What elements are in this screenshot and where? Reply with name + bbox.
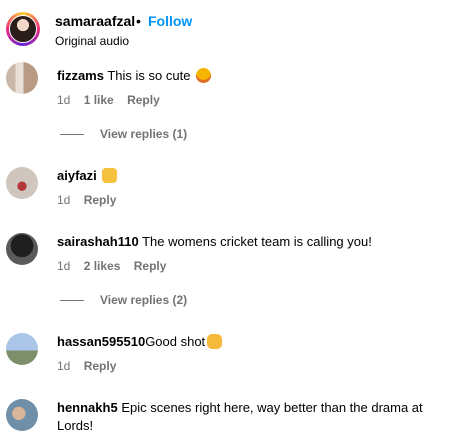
audio-label[interactable]: Original audio — [55, 34, 129, 48]
view-replies-line — [60, 134, 84, 136]
author-photo — [9, 15, 37, 43]
comment-meta: 1d 1 like Reply — [57, 93, 170, 107]
comment-meta: 1d 2 likes Reply — [57, 259, 176, 273]
comment-meta: 1d Reply — [57, 193, 126, 207]
raised-hands-emoji-icon — [102, 168, 118, 183]
comment-username[interactable]: hennakh5 — [57, 400, 118, 415]
comment-age: 1d — [57, 93, 71, 107]
comment-age: 1d — [57, 193, 71, 207]
view-replies-label: View replies (1) — [100, 127, 188, 141]
comment-text: aiyfazi — [57, 167, 445, 185]
comment-text: sairashah110 The womens cricket team is … — [57, 233, 445, 251]
author-username[interactable]: samaraafzal — [55, 13, 135, 29]
comment-username[interactable]: sairashah110 — [57, 234, 139, 249]
comment-likes[interactable]: 1 like — [84, 93, 114, 107]
reply-button[interactable]: Reply — [84, 359, 117, 373]
reply-button[interactable]: Reply — [84, 193, 117, 207]
commenter-avatar[interactable] — [6, 333, 38, 365]
post-header: samaraafzal • Follow Original audio — [0, 0, 449, 62]
commenter-avatar[interactable] — [6, 233, 38, 265]
clapping-hands-emoji-icon — [207, 334, 223, 349]
reply-button[interactable]: Reply — [134, 259, 167, 273]
comment-meta: 1d Reply — [57, 359, 126, 373]
header-separator: • — [136, 13, 141, 29]
comment-body: Good shot — [145, 334, 206, 349]
follow-button[interactable]: Follow — [148, 13, 192, 29]
reply-button[interactable]: Reply — [127, 93, 160, 107]
view-replies-label: View replies (2) — [100, 293, 188, 307]
comment-text: hassan595510Good shot — [57, 333, 445, 351]
commenter-avatar[interactable] — [6, 399, 38, 431]
comment-username[interactable]: hassan595510 — [57, 334, 145, 349]
star-struck-emoji-icon — [196, 68, 212, 83]
comment-username[interactable]: fizzams — [57, 68, 104, 83]
comment-text: fizzams This is so cute — [57, 67, 445, 85]
comment-likes[interactable]: 2 likes — [84, 259, 121, 273]
commenter-avatar[interactable] — [6, 167, 38, 199]
comment-age: 1d — [57, 359, 71, 373]
view-replies-button[interactable]: View replies (1) — [60, 127, 187, 141]
view-replies-button[interactable]: View replies (2) — [60, 293, 187, 307]
author-avatar[interactable] — [6, 12, 40, 46]
commenter-avatar[interactable] — [6, 62, 38, 94]
comment-text: hennakh5 Epic scenes right here, way bet… — [57, 399, 445, 435]
view-replies-line — [60, 300, 84, 302]
comment-username[interactable]: aiyfazi — [57, 168, 97, 183]
comment-age: 1d — [57, 259, 71, 273]
comment-body: The womens cricket team is calling you! — [142, 234, 372, 249]
comment-body: This is so cute — [107, 68, 191, 83]
